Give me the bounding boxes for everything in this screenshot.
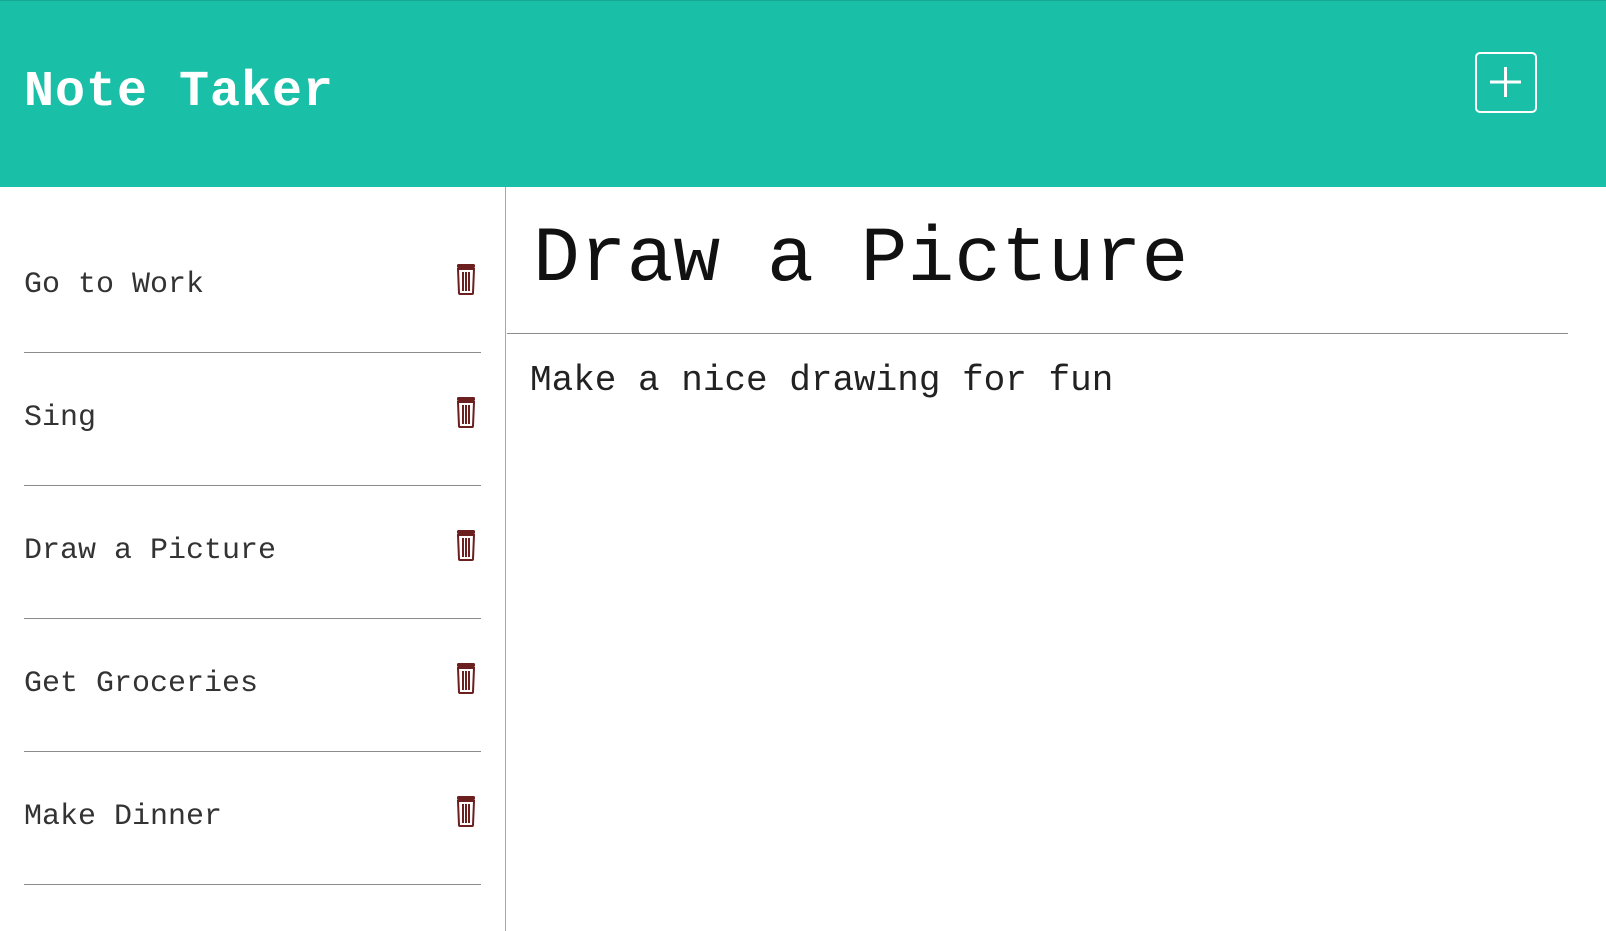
note-list-item[interactable]: Get Groceries xyxy=(24,619,481,752)
note-title-field[interactable]: Draw a Picture xyxy=(507,187,1568,334)
trash-icon[interactable] xyxy=(454,263,478,295)
plus-icon xyxy=(1490,67,1521,97)
note-list-sidebar: Go to Work Sing Draw a Picture Get Groce… xyxy=(0,187,506,931)
note-list-item[interactable]: Sing xyxy=(24,353,481,486)
app-title[interactable]: Note Taker xyxy=(24,63,334,123)
note-list-item-title: Sing xyxy=(24,401,97,435)
note-list-item[interactable]: Draw a Picture xyxy=(24,486,481,619)
note-list-item-title: Make Dinner xyxy=(24,800,223,834)
note-list-item-title: Go to Work xyxy=(24,268,205,302)
new-note-button[interactable] xyxy=(1475,52,1537,113)
trash-icon[interactable] xyxy=(454,662,478,694)
note-list-item[interactable]: Make Dinner xyxy=(24,752,481,885)
note-list-item-title: Get Groceries xyxy=(24,667,259,701)
note-editor: Draw a Picture Make a nice drawing for f… xyxy=(507,187,1606,931)
note-list-item-title: Draw a Picture xyxy=(24,534,277,568)
note-body-field[interactable]: Make a nice drawing for fun xyxy=(530,360,1113,402)
trash-icon[interactable] xyxy=(454,795,478,827)
trash-icon[interactable] xyxy=(454,396,478,428)
trash-icon[interactable] xyxy=(454,529,478,561)
note-list: Go to Work Sing Draw a Picture Get Groce… xyxy=(24,220,481,885)
note-list-item[interactable]: Go to Work xyxy=(24,220,481,353)
navbar: Note Taker xyxy=(0,0,1606,187)
